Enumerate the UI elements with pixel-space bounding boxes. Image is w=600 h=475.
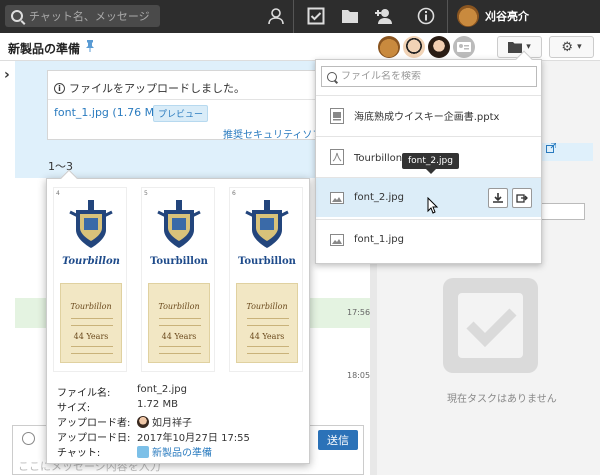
crest-icon xyxy=(157,200,201,248)
meta-label-size: サイズ: xyxy=(57,403,91,414)
settings-button[interactable]: ⚙ ▾ xyxy=(549,36,594,58)
pptx-file-icon xyxy=(330,107,344,124)
whisky-label: Tourbillon 44 Years xyxy=(148,283,210,363)
member-avatar[interactable] xyxy=(428,36,450,58)
file-search-input[interactable] xyxy=(341,71,531,82)
file-preview-popup: 4 Tourbillon Tourbillon 44 Years 5 Tourb… xyxy=(46,169,310,464)
tooltip: font_2.jpg xyxy=(402,153,459,174)
file-name: font_2.jpg xyxy=(354,192,404,203)
file-name: 海底熟成ウイスキー企画書.pptx xyxy=(354,112,500,123)
crest-icon xyxy=(69,200,113,248)
preview-thumbnail[interactable]: 4 Tourbillon Tourbillon 44 Years xyxy=(53,187,127,372)
add-contact-icon[interactable] xyxy=(373,6,395,26)
file-link[interactable]: font_1.jpg (1.76 MB) xyxy=(54,106,166,119)
member-avatar[interactable] xyxy=(403,36,425,58)
avatar xyxy=(457,5,479,27)
meta-value-chat[interactable]: 新製品の準備 xyxy=(137,444,212,459)
preview-thumbnail[interactable]: 6 Tourbillon Tourbillon 44 Years xyxy=(229,187,303,372)
pin-icon[interactable] xyxy=(85,40,95,55)
folder-icon[interactable] xyxy=(339,6,361,26)
emoji-icon[interactable] xyxy=(22,432,35,445)
gear-icon: ⚙ xyxy=(561,39,574,55)
meta-label-chat: チャット: xyxy=(57,448,101,459)
message-time: 17:56 xyxy=(347,308,371,317)
chevron-down-icon: ▾ xyxy=(577,42,582,52)
task-check-icon[interactable] xyxy=(305,6,327,26)
meta-value-date: 2017年10月27日 17:55 xyxy=(137,433,250,444)
mouse-cursor-icon xyxy=(427,197,439,214)
folder-icon xyxy=(508,42,523,53)
file-item[interactable]: font_1.jpg xyxy=(316,219,541,259)
search-icon xyxy=(327,71,337,82)
empty-task-icon xyxy=(443,278,538,373)
whisky-label: Tourbillon 44 Years xyxy=(60,283,122,363)
crest-icon xyxy=(245,200,289,248)
pdf-file-icon xyxy=(330,148,344,165)
user-name: 刈谷亮介 xyxy=(485,10,529,23)
chat-search-box[interactable] xyxy=(5,5,160,27)
info-icon: i xyxy=(54,82,65,94)
info-icon[interactable] xyxy=(415,6,437,26)
member-list-icon[interactable] xyxy=(453,36,475,58)
external-link-icon xyxy=(546,142,557,153)
user-menu[interactable]: 刈谷亮介 xyxy=(457,5,529,27)
empty-task-text: 現在タスクはありません xyxy=(447,394,557,405)
message-time: 18:05 xyxy=(347,371,371,380)
file-search-box[interactable] xyxy=(321,66,537,87)
meta-label-uploader: アップロード者: xyxy=(57,418,131,429)
download-button[interactable] xyxy=(488,188,508,208)
task-link[interactable]: s xyxy=(533,142,593,161)
image-file-icon xyxy=(330,191,344,204)
contacts-icon[interactable] xyxy=(265,6,287,26)
image-file-icon xyxy=(330,233,344,246)
avatar xyxy=(137,415,149,428)
meta-value-filename: font_2.jpg xyxy=(137,384,187,395)
file-item[interactable]: 海底熟成ウイスキー企画書.pptx xyxy=(316,95,541,135)
chevron-down-icon: ▾ xyxy=(526,42,531,52)
whisky-label: Tourbillon 44 Years xyxy=(236,283,298,363)
share-icon xyxy=(516,194,528,203)
upload-notice: ファイルをアップロードしました。 xyxy=(69,82,245,95)
top-bar: 刈谷亮介 xyxy=(0,0,600,33)
send-button[interactable]: 送信 xyxy=(318,430,358,450)
search-icon xyxy=(11,10,23,22)
preview-button[interactable]: プレビュー xyxy=(153,105,209,122)
room-title: 新製品の準備 xyxy=(8,42,81,56)
meta-value-uploader: 如月祥子 xyxy=(137,414,192,429)
member-avatar[interactable] xyxy=(378,36,400,58)
file-name: font_1.jpg xyxy=(354,234,404,245)
open-button[interactable] xyxy=(512,188,532,208)
chat-search-input[interactable] xyxy=(29,9,159,23)
meta-label-filename: ファイル名: xyxy=(57,388,111,399)
room-icon xyxy=(137,445,149,458)
meta-value-size: 1.72 MB xyxy=(137,399,178,410)
upload-message: i ファイルをアップロードしました。 font_1.jpg (1.76 MB) … xyxy=(47,70,347,141)
preview-thumbnail[interactable]: 5 Tourbillon Tourbillon 44 Years xyxy=(141,187,215,372)
task-input[interactable] xyxy=(540,203,585,220)
room-header: 新製品の準備 ▾ ⚙ ▾ xyxy=(0,33,600,61)
meta-label-date: アップロード日: xyxy=(57,433,131,444)
expand-sidebar-icon[interactable]: › xyxy=(4,67,10,83)
download-icon xyxy=(493,193,503,203)
